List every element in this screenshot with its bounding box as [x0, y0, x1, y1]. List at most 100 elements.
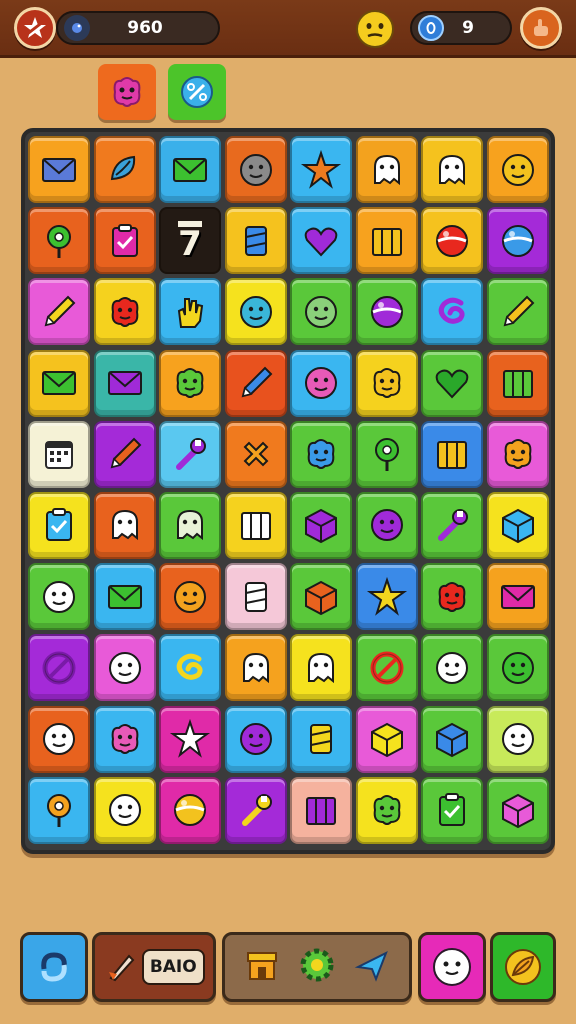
board-tile[interactable]	[290, 705, 352, 773]
board-tile[interactable]	[28, 207, 90, 275]
board-tile[interactable]	[290, 634, 352, 702]
board-tile[interactable]	[159, 705, 221, 773]
board-tile[interactable]: 7	[159, 207, 221, 275]
face-icon	[43, 723, 75, 755]
board-tile[interactable]	[355, 776, 418, 844]
board-tile[interactable]	[93, 349, 156, 417]
board-tile[interactable]	[224, 705, 287, 773]
crate-icon	[502, 370, 533, 399]
leaf-badge-button[interactable]	[490, 932, 556, 1002]
board-tile[interactable]	[93, 634, 156, 702]
board-tile[interactable]	[28, 634, 90, 702]
pink-monster-icon	[113, 77, 141, 107]
heart-icon	[435, 369, 469, 399]
board-tile[interactable]	[290, 491, 352, 559]
board-tile[interactable]	[93, 705, 156, 773]
board-tile[interactable]	[421, 349, 483, 417]
board-tile[interactable]	[421, 776, 483, 844]
star-badge-button[interactable]	[14, 7, 56, 49]
board-tile[interactable]	[28, 491, 90, 559]
board-tile[interactable]	[93, 563, 156, 631]
board-tile[interactable]	[224, 776, 287, 844]
shop-button[interactable]	[242, 945, 282, 989]
board-tile[interactable]	[159, 420, 221, 488]
board-tile[interactable]	[421, 136, 483, 203]
board-tile[interactable]	[290, 207, 352, 275]
board-tile[interactable]	[355, 420, 418, 488]
board-tile[interactable]	[486, 491, 549, 559]
board-tile[interactable]	[486, 634, 549, 702]
board-tile[interactable]	[421, 278, 483, 346]
board-tile[interactable]	[93, 278, 156, 346]
board-tile[interactable]	[355, 278, 418, 346]
board-tile[interactable]	[28, 705, 90, 773]
board-tile[interactable]	[421, 563, 483, 631]
board-tile[interactable]	[355, 207, 418, 275]
board-tile[interactable]	[486, 349, 549, 417]
blob-icon	[307, 439, 335, 470]
board-tile[interactable]	[486, 207, 549, 275]
ghost-face-button[interactable]	[418, 932, 486, 1002]
board-tile[interactable]	[28, 776, 90, 844]
board-tile[interactable]	[28, 349, 90, 417]
board-tile[interactable]	[486, 278, 549, 346]
ring-icon	[370, 651, 403, 685]
plane-button[interactable]	[352, 945, 392, 989]
settings-hand-button[interactable]	[520, 7, 562, 49]
board-tile[interactable]	[93, 776, 156, 844]
pin-icon	[47, 794, 71, 828]
ring-icon	[42, 651, 76, 685]
board-tile[interactable]	[486, 563, 549, 631]
board-tile[interactable]	[159, 491, 221, 559]
gear-button[interactable]	[296, 944, 338, 990]
board-tile[interactable]	[93, 136, 156, 203]
board-tile[interactable]	[28, 278, 90, 346]
board-tile[interactable]	[290, 420, 352, 488]
board-tile[interactable]	[224, 278, 287, 346]
rocket-icon	[109, 954, 135, 982]
board-tile[interactable]	[486, 420, 549, 488]
heart-icon	[304, 227, 338, 257]
board-tile[interactable]	[421, 491, 483, 559]
board-tile[interactable]	[290, 278, 352, 346]
board-tile[interactable]	[159, 776, 221, 844]
board-tile[interactable]	[159, 349, 221, 417]
board-tile[interactable]	[290, 776, 352, 844]
board-tile[interactable]	[93, 207, 156, 275]
board-tile[interactable]	[224, 420, 287, 488]
board-tile[interactable]	[421, 634, 483, 702]
board-tile[interactable]	[421, 705, 483, 773]
board-tile[interactable]	[290, 136, 352, 203]
board-tile[interactable]	[224, 634, 287, 702]
board-tile[interactable]	[224, 136, 287, 203]
board-tile[interactable]	[486, 776, 549, 844]
boost-button[interactable]: BAIO	[92, 932, 216, 1002]
board-tile[interactable]	[159, 634, 221, 702]
board-tile[interactable]	[355, 491, 418, 559]
board-tile[interactable]	[486, 136, 549, 203]
board-tile[interactable]	[355, 563, 418, 631]
board-tile[interactable]	[224, 491, 287, 559]
refresh-button[interactable]	[20, 932, 88, 1002]
board-tile[interactable]	[355, 705, 418, 773]
face-icon	[501, 153, 534, 186]
board-tile[interactable]	[224, 563, 287, 631]
board-tile[interactable]	[355, 634, 418, 702]
board-tile[interactable]	[421, 420, 483, 488]
board-tile[interactable]	[421, 207, 483, 275]
board-tile[interactable]	[159, 278, 221, 346]
board-tile[interactable]	[159, 136, 221, 203]
board-tile[interactable]	[28, 563, 90, 631]
board-tile[interactable]	[224, 349, 287, 417]
board-tile[interactable]	[93, 491, 156, 559]
board-tile[interactable]	[290, 563, 352, 631]
board-tile[interactable]	[355, 349, 418, 417]
board-tile[interactable]	[28, 136, 90, 203]
board-tile[interactable]	[93, 420, 156, 488]
board-tile[interactable]	[224, 207, 287, 275]
board-tile[interactable]	[355, 136, 418, 203]
board-tile[interactable]	[290, 349, 352, 417]
board-tile[interactable]	[28, 420, 90, 488]
board-tile[interactable]	[159, 563, 221, 631]
board-tile[interactable]	[486, 705, 549, 773]
